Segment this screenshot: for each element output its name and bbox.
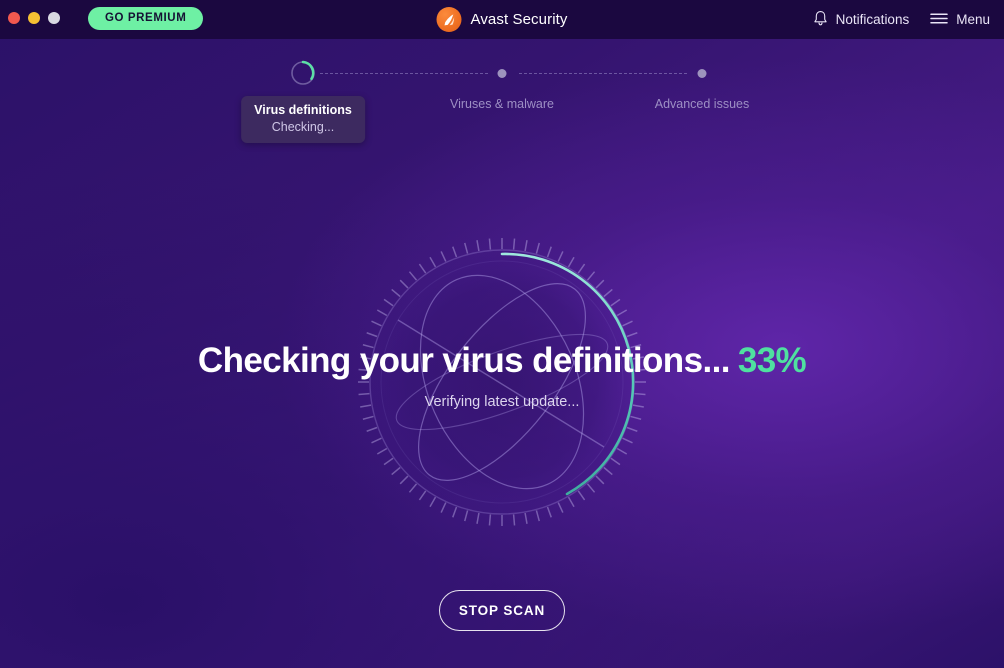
close-window-button[interactable] (8, 12, 20, 24)
stepper-connector-1 (320, 72, 488, 75)
tooltip-status: Checking... (271, 120, 335, 134)
stepper-label-viruses-malware: Viruses & malware (450, 97, 554, 111)
scan-headline-text: Checking your virus definitions... (197, 341, 731, 380)
avast-logo-icon (436, 7, 462, 32)
go-premium-button[interactable]: GO PREMIUM (88, 7, 204, 30)
bell-icon (813, 10, 828, 30)
scan-status-block: Checking your virus definitions... 33% Ve… (0, 340, 1004, 410)
stepper-step-virus-definitions[interactable] (290, 60, 316, 86)
window-traffic-lights (8, 12, 60, 24)
header-actions: Notifications Menu (813, 0, 990, 39)
notifications-button[interactable]: Notifications (813, 10, 910, 30)
scan-percent: 33% (737, 341, 807, 380)
scan-subline: Verifying latest update... (424, 394, 580, 410)
stepper-step-viruses-malware[interactable] (497, 60, 507, 78)
title-bar: GO PREMIUM Avast Security Notifications (0, 0, 1004, 39)
app-brand: Avast Security (436, 7, 568, 32)
stepper-active-tooltip: Virus definitions Checking... (241, 96, 365, 143)
avast-security-window: GO PREMIUM Avast Security Notifications (0, 0, 1004, 668)
tooltip-title: Virus definitions (254, 103, 352, 117)
spinner-icon (291, 60, 315, 85)
zoom-window-button[interactable] (48, 12, 60, 24)
scan-headline: Checking your virus definitions... 33% (0, 340, 1004, 382)
minimize-window-button[interactable] (28, 12, 40, 24)
dot-icon (697, 68, 707, 78)
dot-icon (497, 68, 507, 78)
notifications-label: Notifications (835, 12, 910, 27)
menu-label: Menu (956, 12, 990, 27)
menu-button[interactable]: Menu (930, 12, 990, 28)
stop-scan-button[interactable]: STOP SCAN (439, 590, 565, 631)
hamburger-icon (930, 12, 948, 28)
stepper-label-advanced-issues: Advanced issues (654, 97, 750, 111)
scan-progress-stepper: Virus definitions Checking... Viruses & … (0, 60, 1004, 143)
app-title: Avast Security (470, 11, 568, 28)
stepper-connector-2 (519, 72, 687, 75)
stepper-step-advanced-issues[interactable] (697, 60, 707, 78)
